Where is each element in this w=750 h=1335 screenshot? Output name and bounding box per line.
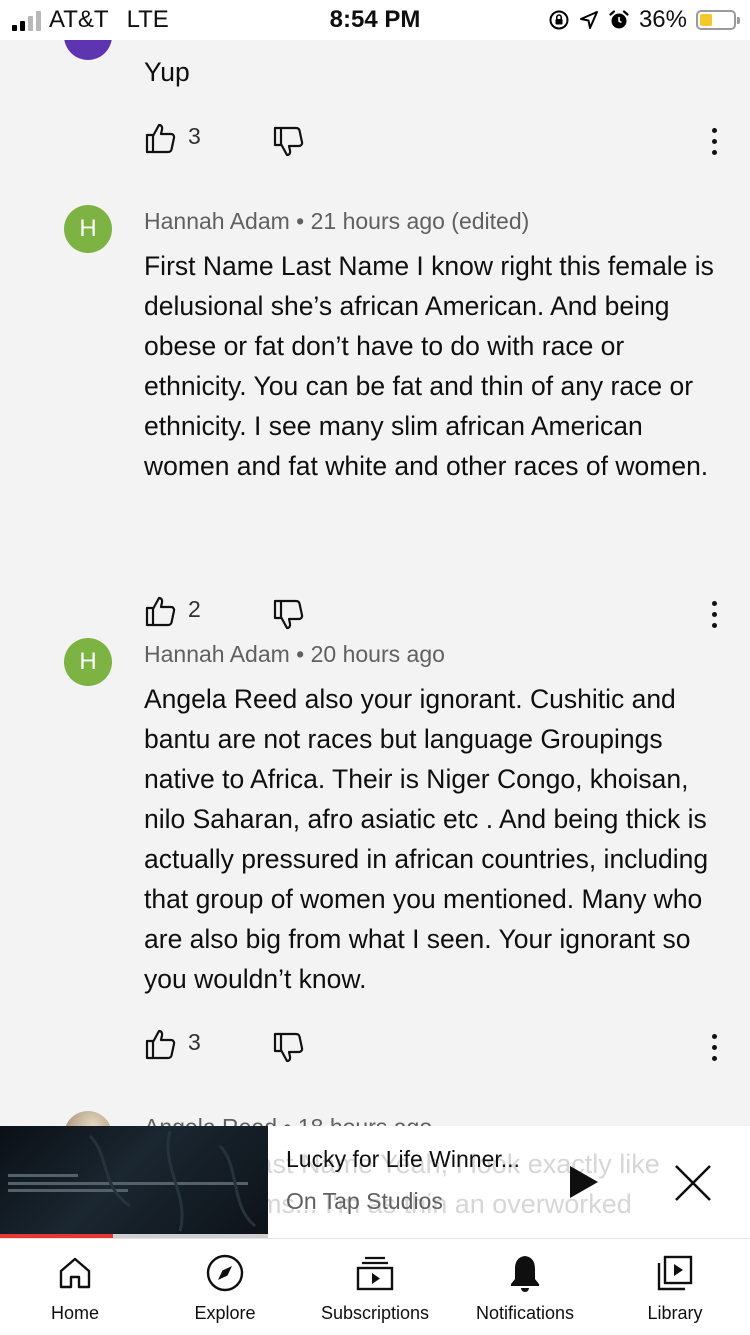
comment-meta: Angela Reed • 18 hours ago (144, 1114, 432, 1126)
comment-author[interactable]: Angela Reed (144, 1114, 277, 1126)
comment-author[interactable]: Hannah Adam (144, 208, 290, 234)
comment-time: 20 hours ago (310, 641, 445, 667)
video-thumbnail[interactable] (0, 1126, 268, 1238)
comment-time: 18 hours ago (298, 1114, 432, 1126)
lock-rotation-icon (549, 10, 569, 30)
commenter-avatar[interactable]: H (64, 205, 112, 253)
home-icon (59, 1257, 91, 1289)
battery-percent: 36% (638, 6, 687, 33)
avatar-letter: H (79, 215, 97, 242)
nav-subscriptions[interactable]: Subscriptions (300, 1239, 450, 1335)
location-arrow-icon (579, 11, 598, 29)
comment-actions: 3 (144, 121, 724, 161)
close-icon[interactable] (672, 1162, 714, 1204)
mini-player-title[interactable]: Lucky for Life Winner... (286, 1146, 520, 1173)
comment-text: Angela Reed also your ignorant. Cushitic… (144, 684, 709, 994)
status-bar: AT&T LTE 8:54 PM 36% (0, 0, 750, 40)
thumbs-up-icon[interactable] (144, 1027, 178, 1061)
nav-library[interactable]: Library (600, 1239, 750, 1335)
nav-subscriptions-label: Subscriptions (320, 1303, 430, 1323)
play-icon[interactable] (566, 1164, 600, 1200)
mini-player[interactable]: e Last Name Yeah, I look exactly like il… (0, 1126, 750, 1238)
commenter-avatar[interactable] (64, 1111, 112, 1126)
comment-item: H Hannah Adam • 21 hours ago (edited) Fi… (0, 180, 750, 630)
nav-home[interactable]: Home (0, 1239, 150, 1335)
comment-actions: 3 (144, 1027, 724, 1067)
meta-separator: • (296, 208, 311, 234)
thumbs-down-icon[interactable] (272, 125, 306, 159)
nav-notifications[interactable]: Notifications (450, 1239, 600, 1335)
comment-item: H Hannah Adam • 20 hours ago Angela Reed… (0, 613, 750, 1093)
comment-time: 21 hours ago (edited) (310, 208, 530, 234)
comment-author[interactable]: Hannah Adam (144, 641, 290, 667)
meta-separator: • (283, 1114, 297, 1126)
meta-separator: • (296, 641, 311, 667)
nav-home-label: Home (50, 1303, 99, 1323)
compass-icon (206, 1254, 244, 1292)
comment-meta: Hannah Adam • 21 hours ago (edited) (144, 208, 529, 235)
comment-text: Yup (144, 57, 190, 87)
nav-explore-label: Explore (194, 1303, 256, 1323)
nav-notifications-label: Notifications (475, 1303, 575, 1323)
bottom-navigation: Home Explore Subscriptions Notifications… (0, 1238, 750, 1335)
status-right: 36% (548, 6, 740, 34)
like-count: 3 (188, 123, 201, 149)
avatar-letter: H (79, 648, 97, 675)
like-count: 3 (188, 1029, 201, 1055)
thumbs-up-icon[interactable] (144, 121, 178, 155)
thumbs-down-icon[interactable] (272, 1031, 306, 1065)
mini-player-channel[interactable]: On Tap Studios (286, 1188, 443, 1215)
more-options-icon[interactable] (704, 121, 724, 161)
comment-meta: Hannah Adam • 20 hours ago (144, 641, 445, 668)
comment-item: Angela Reed • 18 hours ago (0, 1086, 750, 1126)
bell-icon (511, 1256, 539, 1292)
commenter-avatar[interactable] (64, 40, 112, 60)
nav-explore[interactable]: Explore (150, 1239, 300, 1335)
comment-list[interactable]: Yup 3 H Hannah Adam • 21 hours ago (edit… (0, 40, 750, 1126)
library-icon (657, 1255, 693, 1291)
commenter-avatar[interactable]: H (64, 638, 112, 686)
battery-icon (696, 10, 740, 30)
more-options-icon[interactable] (704, 1027, 724, 1067)
comment-text: First Name Last Name I know right this f… (144, 251, 714, 481)
subscriptions-icon (356, 1256, 394, 1291)
alarm-icon (609, 10, 629, 29)
nav-library-label: Library (647, 1303, 703, 1323)
